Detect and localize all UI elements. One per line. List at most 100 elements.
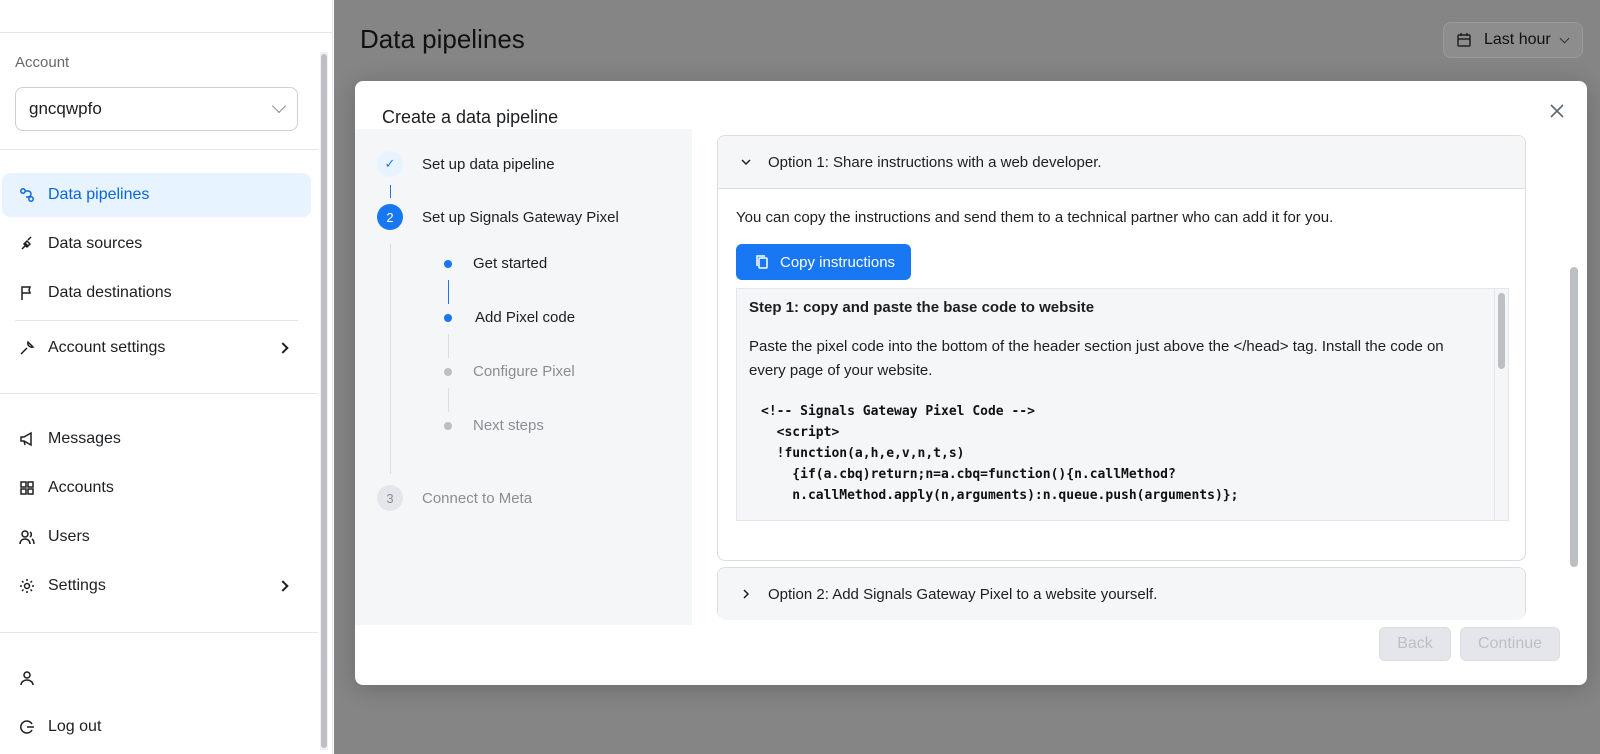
option-2-header[interactable]: Option 2: Add Signals Gateway Pixel to a…: [718, 568, 1525, 620]
pixel-code-snippet[interactable]: <!-- Signals Gateway Pixel Code --> <scr…: [761, 401, 1238, 506]
sidebar-scrollbar-thumb[interactable]: [321, 54, 327, 748]
create-pipeline-modal: Create a data pipeline ✓ Set up data pip…: [355, 81, 1587, 685]
check-icon: ✓: [377, 151, 403, 177]
copy-icon: [756, 255, 768, 269]
substep-dot: [444, 421, 452, 430]
instructions-box: Step 1: copy and paste the base code to …: [736, 288, 1509, 521]
plug-icon: [18, 235, 36, 253]
copy-instructions-button[interactable]: Copy instructions: [736, 244, 912, 280]
account-label: Account: [15, 54, 70, 71]
megaphone-icon: [18, 430, 36, 448]
step-label: Connect to Meta: [422, 489, 533, 507]
sidebar-item-label: Account settings: [48, 339, 166, 356]
step-label: Set up Signals Gateway Pixel: [422, 208, 619, 226]
step-label: Set up data pipeline: [422, 155, 555, 173]
substep-label: Get started: [473, 255, 548, 272]
option-1-panel: Option 1: Share instructions with a web …: [717, 135, 1526, 561]
time-range-button[interactable]: Last hour: [1443, 22, 1583, 58]
flag-icon: [18, 284, 36, 302]
step-setup-pixel: 2 Set up Signals Gateway Pixel: [377, 204, 619, 230]
chevron-down-icon: [1559, 33, 1570, 43]
option-1-body: You can copy the instructions and send t…: [718, 188, 1525, 521]
modal-scrollbar-thumb[interactable]: [1570, 267, 1578, 567]
person-icon: [18, 669, 36, 687]
sidebar-item-accounts[interactable]: Accounts: [2, 466, 311, 510]
step-setup-pipeline: ✓ Set up data pipeline: [377, 151, 555, 177]
modal-scrollbar[interactable]: [1567, 129, 1581, 625]
sidebar-item-settings[interactable]: Settings: [2, 564, 311, 608]
back-button[interactable]: Back: [1379, 627, 1451, 661]
sidebar-divider: [0, 393, 318, 394]
chevron-down-icon: [738, 154, 754, 170]
sidebar-item-label: Log out: [48, 718, 102, 735]
account-select-value: gncqwpfo: [29, 99, 102, 118]
substep-add-pixel-code: Add Pixel code: [444, 309, 575, 326]
substep-label: Configure Pixel: [473, 363, 575, 380]
step-connect-meta: 3 Connect to Meta: [377, 485, 532, 511]
sidebar-item-label: Settings: [48, 577, 106, 594]
substep-get-started: Get started: [444, 255, 547, 272]
step-connector: [390, 244, 391, 474]
sidebar-item-profile[interactable]: [2, 656, 311, 700]
sidebar-divider: [0, 632, 318, 633]
close-icon[interactable]: [1547, 101, 1567, 121]
substep-label: Next steps: [473, 417, 544, 434]
instructions-scrollbar-thumb[interactable]: [1498, 293, 1505, 369]
chevron-right-icon: [738, 586, 754, 602]
time-range-label: Last hour: [1484, 31, 1551, 48]
calendar-icon: [1457, 33, 1471, 47]
gear-icon: [18, 577, 36, 595]
option-1-description: You can copy the instructions and send t…: [736, 209, 1334, 226]
steps-panel: ✓ Set up data pipeline 2 Set up Signals …: [355, 129, 692, 625]
pipeline-icon: [18, 186, 36, 204]
substep-next-steps: Next steps: [444, 417, 544, 434]
page-title: Data pipelines: [360, 24, 525, 54]
sidebar-item-log-out[interactable]: Log out: [2, 705, 311, 749]
sidebar-item-data-destinations[interactable]: Data destinations: [2, 271, 311, 315]
chevron-right-icon: [277, 342, 289, 354]
substep-connector: [448, 334, 449, 358]
option-2-title: Option 2: Add Signals Gateway Pixel to a…: [768, 585, 1158, 603]
instructions-step-heading: Step 1: copy and paste the base code to …: [749, 299, 1095, 316]
sidebar-item-data-sources[interactable]: Data sources: [2, 222, 311, 266]
sidebar-item-label: Data sources: [48, 235, 143, 252]
instructions-step-text: Paste the pixel code into the bottom of …: [749, 338, 1444, 379]
substep-label: Add Pixel code: [475, 309, 576, 326]
modal-content: Option 1: Share instructions with a web …: [691, 129, 1559, 625]
grid-icon: [18, 479, 36, 497]
substep-connector: [448, 280, 449, 304]
option-1-title: Option 1: Share instructions with a web …: [768, 153, 1102, 171]
modal-title: Create a data pipeline: [382, 107, 559, 127]
users-icon: [18, 528, 36, 546]
option-1-header[interactable]: Option 1: Share instructions with a web …: [718, 136, 1525, 188]
step-connector: [390, 185, 391, 198]
sidebar-item-account-settings[interactable]: Account settings: [2, 326, 311, 370]
sidebar-item-label: Accounts: [48, 479, 114, 496]
account-select[interactable]: gncqwpfo: [15, 87, 298, 131]
copy-instructions-label: Copy instructions: [780, 253, 896, 271]
substep-dot: [444, 259, 452, 268]
step-number: 2: [377, 204, 403, 230]
wrench-icon: [18, 339, 36, 357]
logout-icon: [18, 718, 36, 736]
sidebar-top-divider: [0, 32, 332, 33]
chevron-right-icon: [277, 580, 289, 592]
sidebar: Account gncqwpfo Data pipelines Data sou…: [0, 0, 333, 754]
sidebar-divider: [15, 320, 298, 321]
sidebar-item-label: Data destinations: [48, 284, 172, 301]
substep-connector: [448, 388, 449, 412]
chevron-down-icon: [271, 98, 287, 114]
step-number: 3: [377, 485, 403, 511]
continue-button[interactable]: Continue: [1460, 627, 1560, 661]
substep-configure-pixel: Configure Pixel: [444, 363, 575, 380]
sidebar-item-label: Messages: [48, 430, 121, 447]
substep-dot: [444, 313, 452, 322]
option-2-panel: Option 2: Add Signals Gateway Pixel to a…: [717, 567, 1526, 620]
sidebar-item-data-pipelines[interactable]: Data pipelines: [2, 173, 311, 217]
sidebar-item-users[interactable]: Users: [2, 515, 311, 559]
substep-dot: [444, 367, 452, 376]
sidebar-item-label: Data pipelines: [48, 186, 150, 203]
sidebar-divider: [0, 149, 318, 150]
sidebar-item-label: Users: [48, 528, 90, 545]
sidebar-item-messages[interactable]: Messages: [2, 417, 311, 461]
